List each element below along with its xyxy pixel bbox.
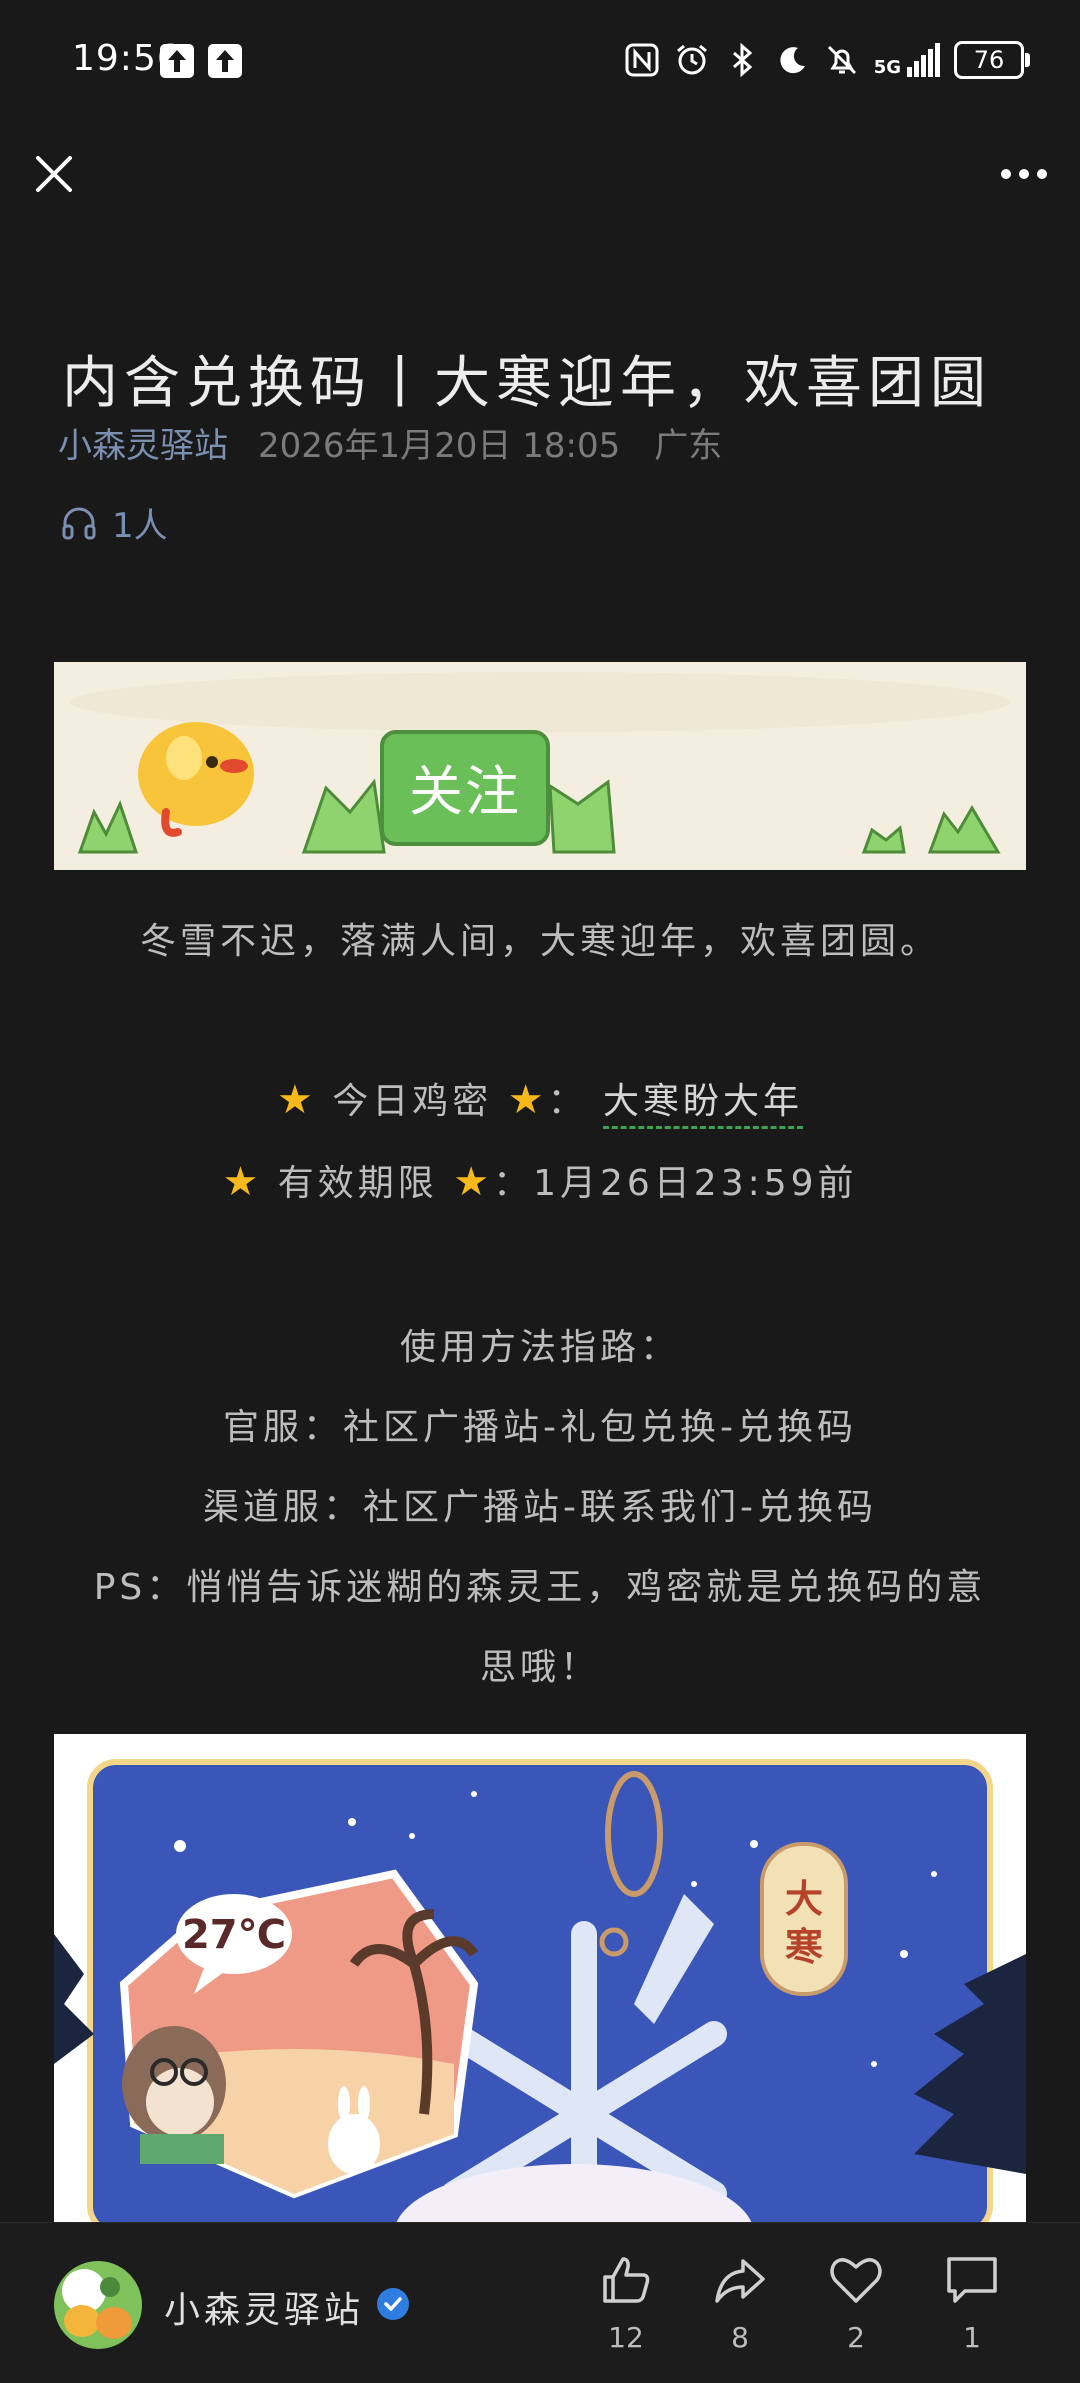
upload-icon [208, 44, 242, 78]
comment-count: 1 [963, 2321, 981, 2354]
star-icon: ★ [222, 1159, 263, 1205]
meta-date: 2026年1月20日 18:05 [258, 426, 621, 466]
share-button[interactable]: 8 [700, 2251, 780, 2354]
thumbs-up-icon [603, 2257, 650, 2303]
validity-value: ：1月26日23:59前 [493, 1163, 858, 1204]
heart-icon [830, 2258, 882, 2303]
like-button[interactable]: 12 [586, 2251, 666, 2354]
article-title: 内含兑换码丨大寒迎年，欢喜团圆 [62, 350, 992, 416]
close-icon[interactable] [30, 150, 78, 198]
network-label: 5G [873, 57, 901, 78]
mute-bell-icon [827, 45, 856, 75]
star-icon: ★ [276, 1077, 317, 1123]
meta-author-link[interactable]: 小森灵驿站 [58, 426, 228, 466]
verified-icon [377, 2288, 409, 2320]
art-temp-text: 27℃ [182, 1912, 286, 1958]
article-meta: 小森灵驿站 2026年1月20日 18:05 广东 [58, 418, 722, 467]
ps-line-1: PS：悄悄告诉迷糊的森灵王，鸡密就是兑换码的意 [93, 1567, 987, 1608]
article-image-art: 27℃ 大 寒 [54, 1734, 1026, 2226]
validity-row: ★ 有效期限 ★：1月26日23:59前 [54, 1154, 1026, 1206]
star-icon: ★ [453, 1159, 494, 1205]
listen-count-label: 1人 [112, 506, 168, 546]
ps-line-2: 思哦！ [479, 1647, 600, 1688]
moon-icon [780, 47, 805, 74]
comment-button[interactable]: 1 [932, 2251, 1012, 2354]
star-icon: ★ [507, 1077, 548, 1123]
share-count: 8 [731, 2321, 749, 2354]
guide-official: 官服：社区广播站-礼包兑换-兑换码 [223, 1407, 857, 1448]
more-icon[interactable] [996, 150, 1052, 198]
headphones-icon [62, 507, 96, 539]
follow-banner[interactable]: 关注 [54, 662, 1026, 870]
battery-icon: 76 [954, 41, 1030, 79]
article-image[interactable]: 27℃ 大 寒 [54, 1734, 1026, 2226]
alarm-icon [676, 44, 707, 75]
status-icons: 5G 76 [624, 40, 1030, 80]
signal-icon: 5G [874, 43, 940, 77]
listen-count[interactable]: 1人 [60, 498, 168, 547]
art-tag-text: 寒 [785, 1925, 823, 1969]
like-count: 12 [608, 2321, 644, 2354]
status-bar: 19:56 5G 76 [0, 0, 1080, 126]
share-icon [715, 2259, 765, 2303]
nfc-icon [625, 43, 659, 77]
password-row: ★ 今日鸡密 ★： 大寒盼大年 [54, 1072, 1026, 1129]
avatar[interactable] [54, 2261, 142, 2349]
password-value[interactable]: 大寒盼大年 [603, 1081, 804, 1129]
meta-location: 广东 [654, 426, 723, 466]
favorite-count: 2 [847, 2321, 865, 2354]
bluetooth-icon [732, 42, 752, 78]
validity-label: 有效期限 [277, 1163, 438, 1204]
favorite-button[interactable]: 2 [816, 2251, 896, 2354]
comment-icon [947, 2257, 997, 2303]
intro-text: 冬雪不迟，落满人间，大寒迎年，欢喜团圆。 [139, 921, 940, 962]
upload-icon [160, 44, 194, 78]
password-label: 今日鸡密 [332, 1081, 493, 1122]
bottom-action-bar: 小森灵驿站 12 8 2 1 [0, 2222, 1080, 2383]
guide-channel: 渠道服：社区广播站-联系我们-兑换码 [203, 1487, 877, 1528]
bottom-author-name[interactable]: 小森灵驿站 [164, 2281, 364, 2333]
art-tag-text: 大 [785, 1877, 823, 1921]
guide-title: 使用方法指路： [399, 1327, 680, 1368]
follow-button[interactable]: 关注 [380, 730, 550, 846]
password-sep: ： [547, 1081, 588, 1122]
